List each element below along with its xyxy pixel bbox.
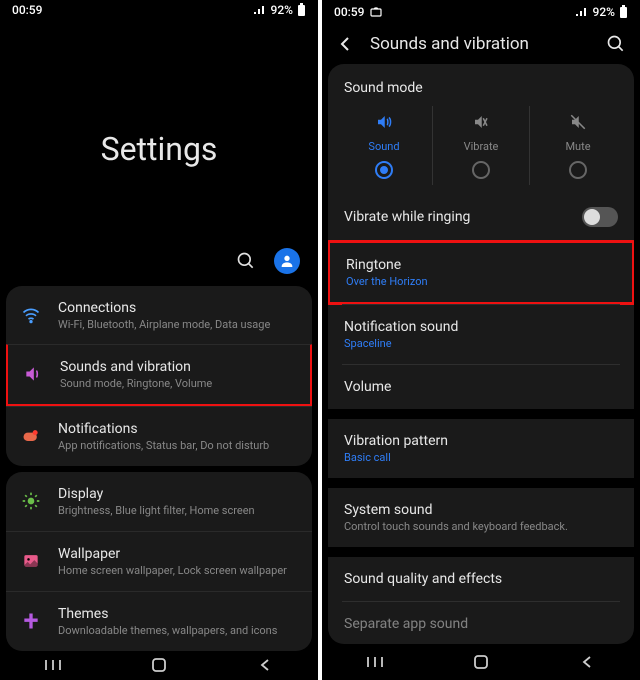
mode-label: Mute [565, 140, 590, 153]
row-title: Notification sound [344, 319, 618, 335]
notif-icon [20, 426, 42, 446]
search-icon[interactable] [236, 251, 256, 271]
settings-item-sounds-and-vibration[interactable]: Sounds and vibration Sound mode, Rington… [6, 344, 312, 407]
signal-icon [575, 7, 589, 17]
row-system-sound[interactable]: System sound Control touch sounds and key… [328, 488, 634, 547]
back-icon[interactable] [336, 35, 354, 53]
row-subtitle: Basic call [344, 451, 618, 464]
mode-label: Sound [368, 140, 399, 153]
mode-label: Vibrate [464, 140, 499, 153]
row-separate-app-sound[interactable]: Separate app sound [328, 602, 634, 644]
item-subtitle: Downloadable themes, wallpapers, and ico… [58, 624, 298, 637]
sound-mode-mute[interactable]: Mute [529, 106, 626, 185]
settings-panel: Sound mode Sound Vibrate Mute Vibrate wh… [328, 64, 634, 644]
battery-icon [619, 5, 628, 19]
signal-icon [253, 5, 267, 15]
home-button[interactable] [139, 657, 179, 673]
vibrate-ringing-label: Vibrate while ringing [344, 209, 582, 225]
status-bar: 00:59 92% [322, 0, 640, 24]
item-title: Themes [58, 606, 298, 622]
back-button[interactable] [245, 658, 285, 672]
page-title: Settings [0, 130, 318, 168]
row-sound-quality-and-effects[interactable]: Sound quality and effects [328, 557, 634, 601]
item-title: Notifications [58, 421, 298, 437]
item-title: Display [58, 486, 298, 502]
sound-mode-row: Sound Vibrate Mute [328, 106, 634, 193]
item-title: Sounds and vibration [60, 359, 296, 375]
display-icon [20, 491, 42, 511]
status-time: 00:59 [12, 3, 42, 17]
mode-radio[interactable] [375, 161, 393, 179]
themes-icon [20, 611, 42, 631]
vibrate-icon [472, 112, 490, 132]
recents-button[interactable] [355, 655, 395, 669]
settings-item-wallpaper[interactable]: Wallpaper Home screen wallpaper, Lock sc… [6, 531, 312, 591]
row-title: Volume [344, 379, 618, 395]
sound-mode-vibrate[interactable]: Vibrate [432, 106, 529, 185]
settings-item-display[interactable]: Display Brightness, Blue light filter, H… [6, 472, 312, 531]
nav-bar [0, 651, 318, 680]
sounds-vibration-screen: 00:59 92% Sounds and vibration Sound mod… [322, 0, 640, 680]
row-ringtone[interactable]: Ringtone Over the Horizon [328, 240, 634, 305]
row-title: Sound quality and effects [344, 571, 618, 587]
screenshot-icon [370, 7, 382, 17]
mode-radio[interactable] [569, 161, 587, 179]
item-subtitle: Brightness, Blue light filter, Home scre… [58, 504, 298, 517]
mute-icon [569, 112, 587, 132]
vibrate-ringing-toggle[interactable] [582, 207, 618, 227]
row-title: Separate app sound [344, 616, 618, 632]
row-notification-sound[interactable]: Notification sound Spaceline [328, 305, 634, 364]
row-subtitle: Over the Horizon [346, 275, 616, 288]
mode-radio[interactable] [472, 161, 490, 179]
home-button[interactable] [461, 654, 501, 670]
wifi-icon [20, 305, 42, 325]
vibrate-while-ringing-row[interactable]: Vibrate while ringing [328, 193, 634, 241]
settings-item-notifications[interactable]: Notifications App notifications, Status … [6, 406, 312, 466]
toolbar [0, 248, 318, 286]
header-title: Sounds and vibration [370, 34, 590, 54]
item-subtitle: Home screen wallpaper, Lock screen wallp… [58, 564, 298, 577]
item-title: Connections [58, 300, 298, 316]
item-title: Wallpaper [58, 546, 298, 562]
search-icon[interactable] [606, 34, 626, 54]
row-volume[interactable]: Volume [328, 365, 634, 409]
battery-icon [297, 3, 306, 17]
row-title: Ringtone [346, 257, 616, 273]
status-time: 00:59 [334, 5, 364, 19]
item-subtitle: Sound mode, Ringtone, Volume [60, 377, 296, 390]
sound-mode-label: Sound mode [328, 64, 634, 106]
status-bar: 00:59 92% [0, 0, 318, 20]
item-subtitle: Wi-Fi, Bluetooth, Airplane mode, Data us… [58, 318, 298, 331]
item-subtitle: App notifications, Status bar, Do not di… [58, 439, 298, 452]
battery-text: 92% [271, 3, 293, 17]
recents-button[interactable] [33, 658, 73, 672]
nav-bar [322, 644, 640, 680]
sound-on-icon [375, 112, 393, 132]
header: Sounds and vibration [322, 24, 640, 64]
row-subtitle: Control touch sounds and keyboard feedba… [344, 520, 618, 533]
settings-item-themes[interactable]: Themes Downloadable themes, wallpapers, … [6, 591, 312, 651]
settings-home-screen: 00:59 92% Settings Connections Wi-Fi, Bl… [0, 0, 318, 680]
row-vibration-pattern[interactable]: Vibration pattern Basic call [328, 419, 634, 478]
profile-button[interactable] [274, 248, 300, 274]
row-title: System sound [344, 502, 618, 518]
battery-text: 92% [593, 5, 615, 19]
row-subtitle: Spaceline [344, 337, 618, 350]
row-title: Vibration pattern [344, 433, 618, 449]
sound-mode-sound[interactable]: Sound [336, 106, 432, 185]
settings-list: Connections Wi-Fi, Bluetooth, Airplane m… [0, 286, 318, 651]
back-button[interactable] [567, 655, 607, 669]
sound-icon [22, 364, 44, 384]
wallpaper-icon [20, 551, 42, 571]
settings-item-connections[interactable]: Connections Wi-Fi, Bluetooth, Airplane m… [6, 286, 312, 345]
